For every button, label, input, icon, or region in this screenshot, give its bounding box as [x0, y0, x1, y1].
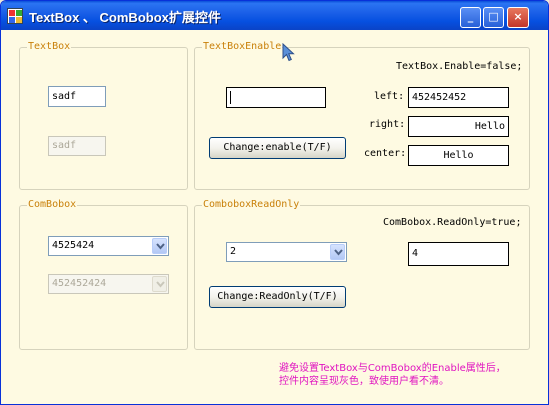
textbox-edit-field[interactable] [226, 87, 326, 108]
close-button[interactable]: × [507, 7, 529, 28]
group-title-textbox-enable: TextBoxEnable [202, 41, 283, 53]
group-combobox-readonly: ComboboxReadOnly ComBobox.ReadOnly=true;… [194, 199, 530, 350]
textbox-disabled: sadf [48, 136, 106, 156]
change-readonly-button[interactable]: Change:ReadOnly(T/F) [209, 286, 346, 308]
change-enable-button[interactable]: Change:enable(T/F) [209, 137, 346, 159]
combobox-disabled: 452452424 [48, 274, 169, 294]
textbox-enable-info: TextBox.Enable=false; [396, 61, 523, 72]
center-label: center: [364, 148, 407, 159]
group-title-combobox: ComBobox [27, 199, 78, 211]
group-textbox-enable: TextBoxEnable TextBox.Enable=false; left… [194, 41, 530, 190]
client-area: TextBox sadf sadf TextBoxEnable TextBox.… [5, 30, 544, 402]
textbox-enabled[interactable]: sadf [48, 86, 106, 107]
main-window: TextBox 、 ComBobox扩展控件 _ □ × TextBox sad… [0, 0, 549, 405]
combobox-readonly-info: ComBobox.ReadOnly=true; [383, 217, 522, 228]
app-icon [7, 8, 23, 24]
left-label: left: [374, 91, 405, 102]
group-title-combobox-readonly: ComboboxReadOnly [202, 199, 301, 211]
group-textbox: TextBox sadf sadf [19, 41, 188, 190]
mouse-pointer-icon [282, 43, 295, 62]
title-bar[interactable]: TextBox 、 ComBobox扩展控件 _ □ × [1, 1, 548, 30]
readonly-value-textbox[interactable]: 4 [408, 242, 509, 266]
combobox-enabled[interactable]: 4525424 [48, 236, 169, 256]
textbox-center-aligned[interactable]: Hello [408, 145, 509, 166]
group-combobox: ComBobox 4525424 452452424 [19, 199, 188, 350]
chevron-down-icon [152, 276, 167, 292]
chevron-down-icon[interactable] [152, 238, 167, 254]
right-label: right: [369, 119, 406, 130]
group-title-textbox: TextBox [27, 41, 72, 53]
textbox-left-aligned[interactable]: 452452452 [408, 87, 509, 108]
window-title: TextBox 、 ComBobox扩展控件 [29, 10, 221, 25]
text-caret [230, 91, 231, 104]
minimize-button[interactable]: _ [460, 7, 481, 28]
textbox-right-aligned[interactable]: Hello [408, 116, 509, 137]
combobox-readonly[interactable]: 2 [226, 242, 347, 262]
chevron-down-icon[interactable] [330, 244, 345, 260]
maximize-button[interactable]: □ [483, 7, 504, 28]
note-line-2: 控件内容呈现灰色，致使用户看不清。 [279, 376, 449, 387]
note-line-1: 避免设置TextBox与ComBobox的Enable属性后， [279, 363, 506, 374]
